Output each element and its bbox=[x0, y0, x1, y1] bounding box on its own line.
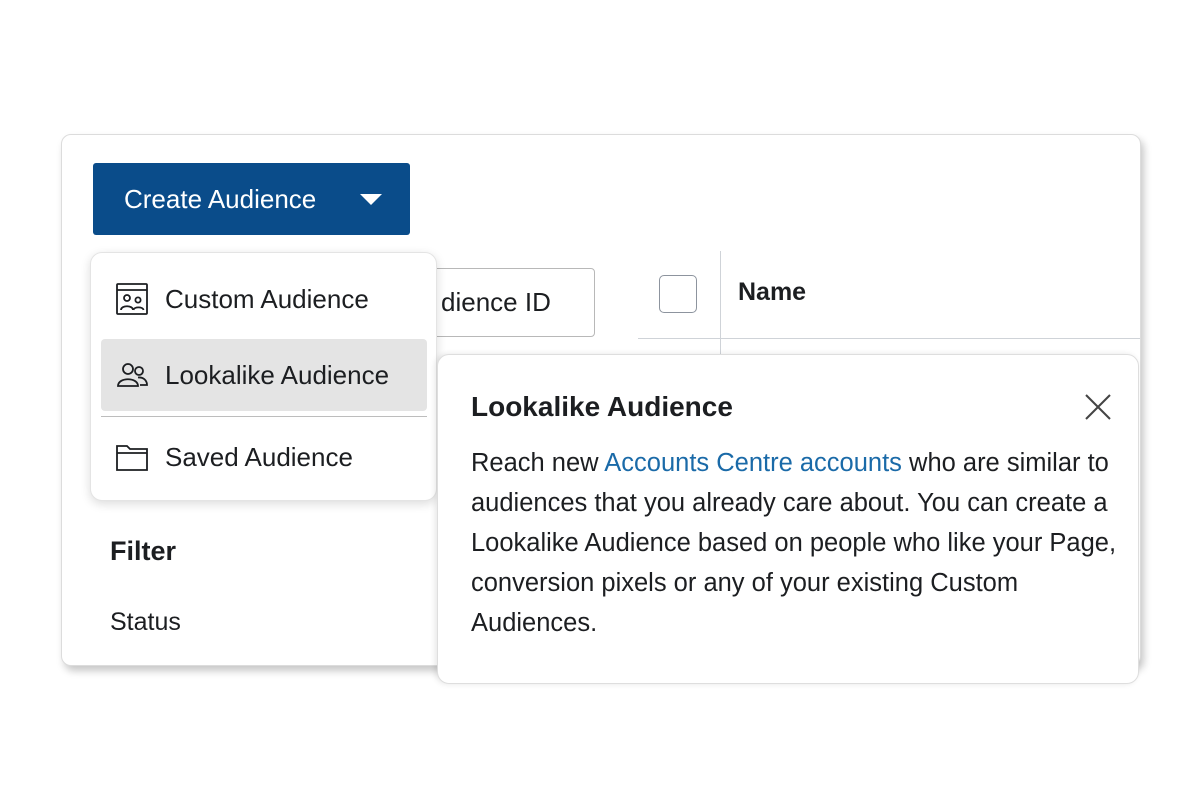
custom-audience-icon bbox=[115, 282, 149, 316]
folder-icon bbox=[115, 440, 149, 474]
menu-item-custom-audience[interactable]: Custom Audience bbox=[101, 273, 427, 325]
select-all-checkbox[interactable] bbox=[659, 275, 697, 313]
close-icon[interactable] bbox=[1083, 392, 1113, 422]
menu-item-label: Custom Audience bbox=[165, 283, 369, 314]
accounts-centre-link[interactable]: Accounts Centre accounts bbox=[604, 449, 902, 477]
menu-item-label: Lookalike Audience bbox=[165, 359, 390, 390]
menu-item-lookalike-audience[interactable]: Lookalike Audience bbox=[101, 339, 427, 411]
menu-item-label: Saved Audience bbox=[165, 441, 353, 472]
popover-text-after-link: who are similar to audiences that you al… bbox=[471, 449, 1117, 637]
caret-down-icon bbox=[360, 194, 382, 205]
search-input-value: dience ID bbox=[441, 287, 551, 317]
table-header-divider bbox=[638, 338, 1140, 339]
lookalike-audience-popover: Lookalike Audience Reach new Accounts Ce… bbox=[437, 354, 1139, 684]
column-header-name[interactable]: Name bbox=[738, 278, 806, 307]
create-audience-label: Create Audience bbox=[124, 183, 317, 214]
create-audience-menu: Custom Audience Lookalike Audience Saved… bbox=[90, 252, 437, 501]
popover-description: Reach new Accounts Centre accounts who a… bbox=[471, 443, 1126, 643]
filter-status-label[interactable]: Status bbox=[110, 608, 181, 637]
column-divider bbox=[720, 251, 721, 361]
filter-title: Filter bbox=[110, 536, 177, 566]
people-icon bbox=[115, 358, 149, 392]
create-audience-button[interactable]: Create Audience bbox=[93, 163, 410, 235]
popover-text-before-link: Reach new bbox=[471, 449, 605, 477]
menu-item-saved-audience[interactable]: Saved Audience bbox=[101, 431, 427, 483]
popover-title: Lookalike Audience bbox=[471, 391, 733, 422]
menu-separator bbox=[101, 416, 427, 417]
